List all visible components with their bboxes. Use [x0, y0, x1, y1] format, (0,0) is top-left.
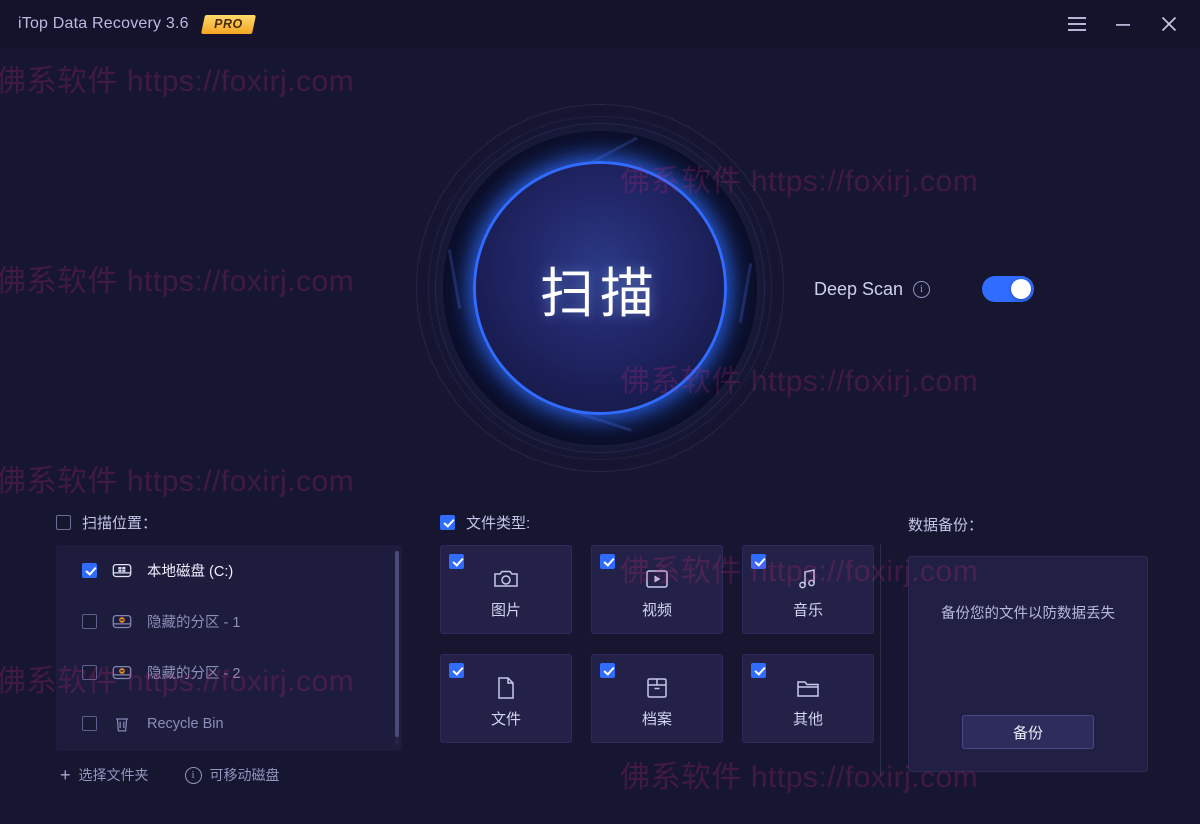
- scan-button-area: 扫描: [392, 78, 808, 498]
- locations-footer: + 选择文件夹 i 可移动磁盘: [56, 765, 402, 785]
- location-checkbox[interactable]: [82, 665, 97, 680]
- hidden-partition-icon: [111, 662, 133, 684]
- file-type-label: 其他: [792, 711, 823, 728]
- section-divider: [880, 544, 881, 776]
- location-checkbox[interactable]: [82, 563, 97, 578]
- file-type-label: 图片: [490, 602, 521, 619]
- scan-locations-list: 本地磁盘 (C:) 隐藏的分区 - 1 隐藏的分区 - 2 Recycle Bi…: [56, 545, 402, 751]
- data-backup-panel: 数据备份： 备份您的文件以防数据丢失 备份: [908, 514, 1148, 772]
- close-button[interactable]: [1146, 4, 1192, 44]
- hamburger-menu-icon: [1068, 17, 1086, 31]
- info-icon: i: [184, 766, 202, 784]
- location-label: 本地磁盘 (C:): [147, 564, 234, 580]
- pro-badge: PRO: [201, 14, 256, 34]
- locations-scrollbar[interactable]: [395, 551, 399, 745]
- hard-disk-windows-icon: [111, 560, 133, 582]
- file-type-tile-documents[interactable]: 文件: [440, 654, 572, 743]
- file-type-checkbox[interactable]: [751, 663, 766, 678]
- close-icon: [1161, 16, 1177, 32]
- select-folder-label: 选择文件夹: [78, 767, 149, 783]
- scan-locations-select-all-checkbox[interactable]: [56, 515, 71, 530]
- data-backup-header: 数据备份：: [908, 514, 1148, 535]
- scan-locations-header-label: 扫描位置：: [82, 515, 158, 532]
- backup-description: 备份您的文件以防数据丢失: [941, 606, 1115, 622]
- data-backup-header-label: 数据备份：: [908, 517, 984, 534]
- document-icon: [492, 674, 520, 702]
- camera-icon: [492, 565, 520, 593]
- watermark: 佛系软件 https://foxirj.com: [0, 465, 355, 498]
- hidden-partition-icon: [111, 611, 133, 633]
- location-label: 隐藏的分区 - 2: [147, 666, 241, 682]
- file-type-checkbox[interactable]: [600, 663, 615, 678]
- deep-scan-label: Deep Scan: [814, 278, 904, 299]
- list-item[interactable]: 隐藏的分区 - 2: [56, 647, 402, 698]
- app-window: iTop Data Recovery 3.6 PRO 扫描 Deep Scan …: [0, 0, 1200, 824]
- location-checkbox[interactable]: [82, 614, 97, 629]
- file-types-header-label: 文件类型:: [466, 515, 531, 532]
- file-types-select-all-checkbox[interactable]: [440, 515, 455, 530]
- scan-button[interactable]: 扫描: [476, 164, 724, 412]
- minimize-icon: [1115, 17, 1131, 31]
- archive-box-icon: [643, 674, 671, 702]
- file-type-label: 音乐: [792, 602, 823, 619]
- watermark: 佛系软件 https://foxirj.com: [0, 265, 355, 298]
- file-type-tile-photos[interactable]: 图片: [440, 545, 572, 634]
- backup-card: 备份您的文件以防数据丢失 备份: [908, 556, 1148, 772]
- pro-badge-label: PRO: [214, 16, 244, 31]
- file-type-tiles: 图片 视频 音乐 文件 档案 其他: [440, 545, 874, 743]
- scan-locations-header: 扫描位置：: [56, 512, 402, 533]
- deep-scan-info-icon[interactable]: i: [913, 280, 931, 298]
- folder-icon: [794, 674, 822, 702]
- bottom-section: 扫描位置： 本地磁盘 (C:) 隐藏的分区 - 1 隐藏的分区 - 2 Recy…: [0, 498, 1200, 824]
- toggle-knob: [1011, 279, 1032, 299]
- backup-button[interactable]: 备份: [962, 715, 1094, 749]
- file-type-label: 档案: [641, 711, 672, 728]
- file-type-checkbox[interactable]: [600, 554, 615, 569]
- removable-disk-button[interactable]: i 可移动磁盘: [184, 765, 280, 785]
- list-item[interactable]: Recycle Bin: [56, 698, 402, 749]
- scan-button-label: 扫描: [540, 263, 660, 324]
- file-type-checkbox[interactable]: [751, 554, 766, 569]
- location-checkbox[interactable]: [82, 716, 97, 731]
- plus-icon: +: [60, 765, 71, 785]
- file-type-checkbox[interactable]: [449, 554, 464, 569]
- app-title: iTop Data Recovery 3.6 PRO: [18, 14, 256, 34]
- music-note-icon: [794, 565, 822, 593]
- file-types-panel: 文件类型: 图片 视频 音乐 文件 档案 其他: [440, 512, 874, 743]
- file-types-header: 文件类型:: [440, 512, 860, 533]
- deep-scan-toggle[interactable]: [982, 276, 1035, 302]
- removable-disk-label: 可移动磁盘: [209, 767, 280, 783]
- deep-scan-control: Deep Scan i: [814, 276, 1035, 302]
- scrollbar-thumb[interactable]: [395, 551, 399, 737]
- app-title-text: iTop Data Recovery 3.6: [18, 14, 189, 32]
- file-type-tile-music[interactable]: 音乐: [742, 545, 874, 634]
- file-type-label: 文件: [490, 711, 521, 728]
- watermark: 佛系软件 https://foxirj.com: [0, 65, 355, 98]
- location-label: 隐藏的分区 - 1: [147, 615, 241, 631]
- location-label: Recycle Bin: [147, 715, 224, 732]
- file-type-tile-videos[interactable]: 视频: [591, 545, 723, 634]
- list-item[interactable]: 隐藏的分区 - 1: [56, 596, 402, 647]
- window-controls: [1054, 4, 1200, 44]
- minimize-button[interactable]: [1100, 4, 1146, 44]
- title-bar: iTop Data Recovery 3.6 PRO: [0, 0, 1200, 48]
- file-type-checkbox[interactable]: [449, 663, 464, 678]
- video-play-icon: [643, 565, 671, 593]
- file-type-tile-others[interactable]: 其他: [742, 654, 874, 743]
- file-type-tile-archives[interactable]: 档案: [591, 654, 723, 743]
- trash-icon: [111, 713, 133, 735]
- file-type-label: 视频: [641, 602, 672, 619]
- select-folder-button[interactable]: + 选择文件夹: [60, 765, 149, 785]
- menu-button[interactable]: [1054, 4, 1100, 44]
- list-item[interactable]: 本地磁盘 (C:): [56, 545, 402, 596]
- scan-locations-panel: 扫描位置： 本地磁盘 (C:) 隐藏的分区 - 1 隐藏的分区 - 2 Recy…: [56, 512, 402, 785]
